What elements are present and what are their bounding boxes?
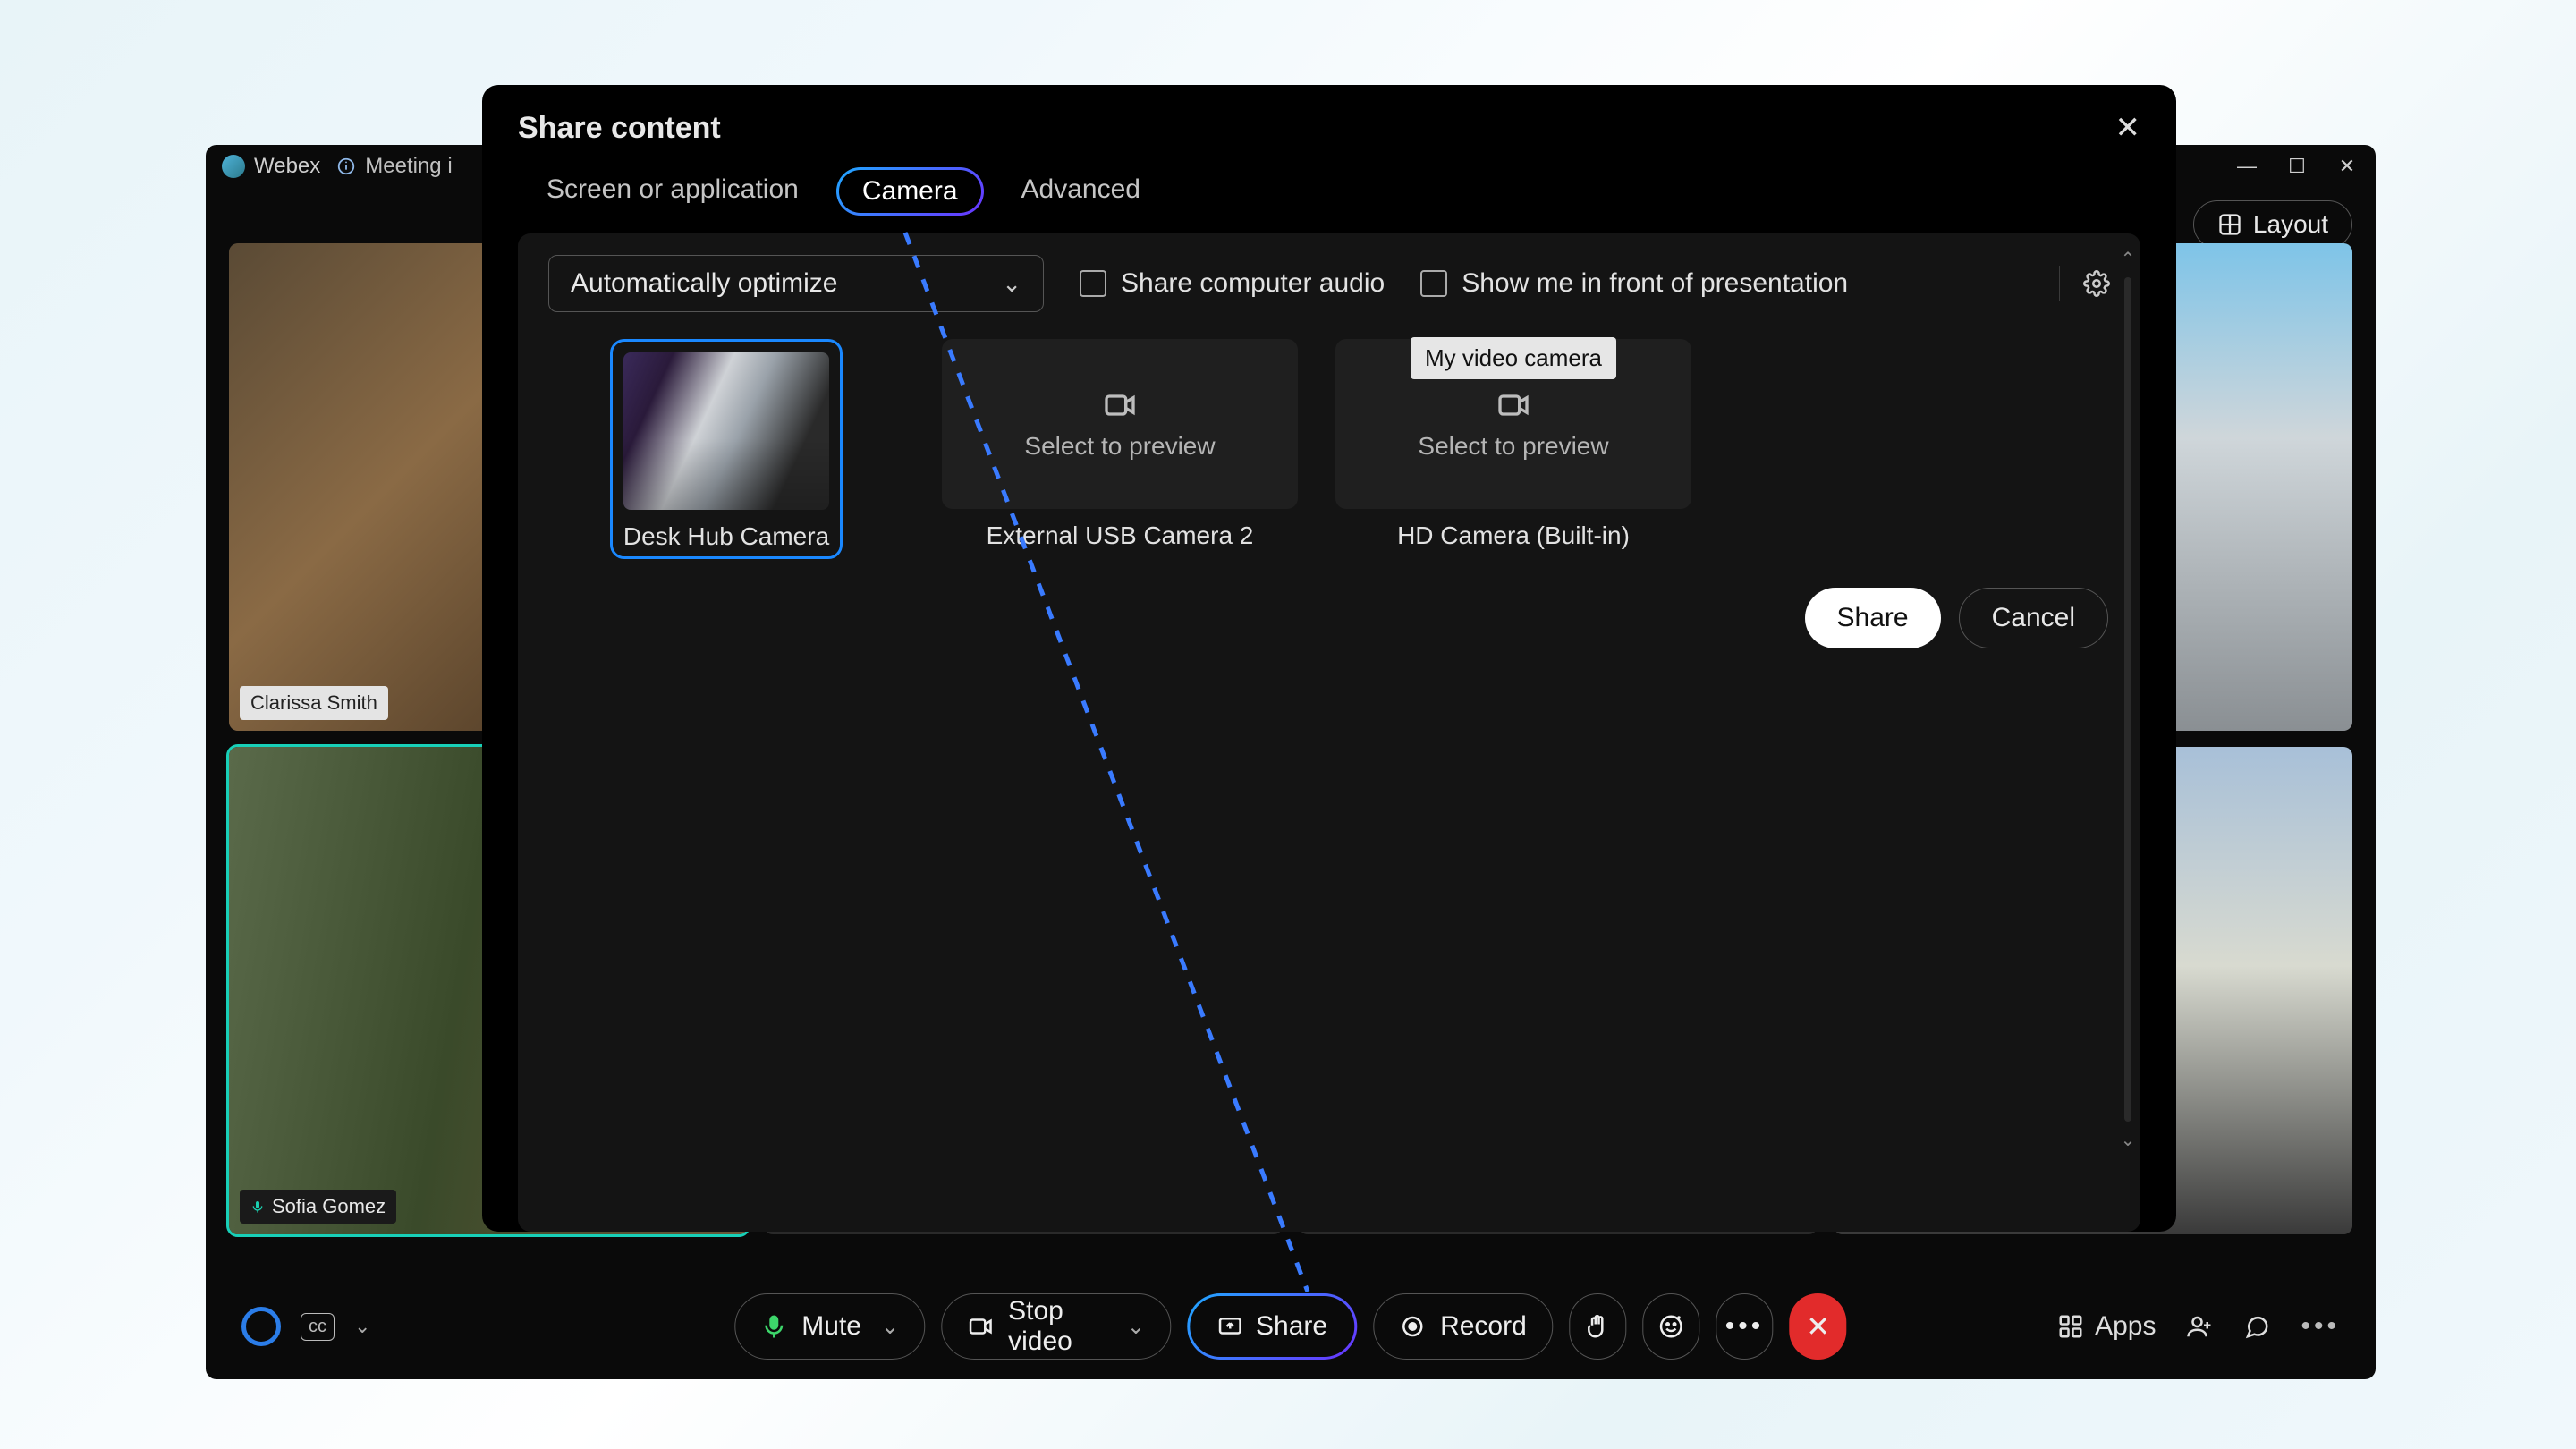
share-confirm-label: Share (1837, 603, 1909, 633)
tab-camera[interactable]: Camera (836, 167, 984, 216)
end-call-button[interactable]: ✕ (1790, 1293, 1847, 1360)
scroll-track (2124, 277, 2131, 1122)
share-content-modal: Share content ✕ Screen or application Ca… (482, 85, 2176, 1232)
reactions-button[interactable] (1642, 1293, 1699, 1360)
camera-icon (967, 1313, 994, 1340)
chevron-down-icon: ⌄ (1002, 270, 1021, 298)
apps-label: Apps (2095, 1311, 2156, 1342)
modal-footer: Share Cancel (518, 564, 2140, 675)
layout-grid-icon (2217, 212, 2242, 237)
mute-label: Mute (801, 1311, 861, 1342)
select-to-preview-label: Select to preview (1418, 432, 1608, 461)
show-me-label: Show me in front of presentation (1462, 268, 1848, 299)
meeting-controls: cc ⌄ Mute ⌄ Stop video ⌄ Share (206, 1274, 2376, 1379)
settings-gear-icon[interactable] (2083, 270, 2110, 297)
mute-button[interactable]: Mute ⌄ (734, 1293, 925, 1360)
close-icon: ✕ (1806, 1309, 1830, 1343)
assistant-icon[interactable] (242, 1307, 281, 1346)
mic-icon (250, 1199, 265, 1214)
captions-icon[interactable]: cc (301, 1313, 335, 1341)
chevron-down-icon: ⌄ (2121, 1129, 2136, 1151)
chevron-up-icon: ⌃ (2121, 248, 2136, 270)
divider (2059, 266, 2060, 301)
info-icon (336, 157, 356, 176)
panel-more-icon[interactable]: ••• (2301, 1311, 2340, 1342)
window-maximize-icon[interactable]: ☐ (2284, 155, 2309, 178)
participant-name-chip: Clarissa Smith (240, 686, 388, 720)
camera-icon (1102, 387, 1138, 423)
record-label: Record (1440, 1311, 1527, 1342)
optimize-dropdown[interactable]: Automatically optimize ⌄ (548, 255, 1044, 312)
window-controls: — ☐ ✕ (2234, 155, 2360, 178)
checkbox-icon (1420, 270, 1447, 297)
tab-label: Camera (839, 170, 981, 213)
more-options-button[interactable]: ••• (1716, 1293, 1773, 1360)
window-minimize-icon[interactable]: — (2234, 155, 2259, 178)
layout-button-label: Layout (2253, 210, 2328, 239)
chevron-down-icon[interactable]: ⌄ (1127, 1314, 1145, 1340)
camera-option-label: External USB Camera 2 (987, 521, 1254, 550)
window-close-icon[interactable]: ✕ (2334, 155, 2360, 178)
modal-scrollbar[interactable]: ⌃ ⌄ (2119, 248, 2137, 1151)
camera-icon (1496, 387, 1531, 423)
hand-icon (1584, 1313, 1611, 1340)
participants-icon[interactable] (2186, 1313, 2213, 1340)
meeting-info-chip[interactable]: Meeting i (336, 154, 452, 179)
raise-hand-button[interactable] (1569, 1293, 1626, 1360)
show-me-checkbox[interactable]: Show me in front of presentation (1420, 268, 1848, 299)
modal-tabs: Screen or application Camera Advanced (482, 155, 2176, 233)
mic-icon (760, 1313, 787, 1340)
tab-label: Advanced (1021, 174, 1140, 204)
participant-name: Sofia Gomez (272, 1195, 386, 1218)
apps-grid-icon (2057, 1313, 2084, 1340)
chat-icon[interactable] (2243, 1313, 2270, 1340)
camera-placeholder: Select to preview (942, 339, 1298, 509)
share-audio-checkbox[interactable]: Share computer audio (1080, 268, 1385, 299)
record-icon (1399, 1313, 1426, 1340)
emoji-icon (1657, 1313, 1684, 1340)
camera-option-label: Desk Hub Camera (623, 522, 829, 551)
meeting-info-text: Meeting i (365, 154, 452, 179)
ellipsis-icon: ••• (1725, 1311, 1765, 1342)
camera-option-desk-hub[interactable]: Desk Hub Camera (548, 339, 904, 559)
cancel-label: Cancel (1992, 603, 2075, 633)
chevron-down-icon[interactable]: ⌄ (881, 1314, 899, 1340)
share-audio-label: Share computer audio (1121, 268, 1385, 299)
modal-body: Automatically optimize ⌄ Share computer … (518, 233, 2140, 1232)
camera-option-label: HD Camera (Built-in) (1397, 521, 1630, 550)
chevron-down-icon[interactable]: ⌄ (354, 1315, 370, 1338)
tooltip: My video camera (1411, 337, 1616, 379)
close-icon: ✕ (2115, 111, 2141, 145)
modal-close-button[interactable]: ✕ (2115, 110, 2141, 146)
share-confirm-button[interactable]: Share (1805, 588, 1941, 648)
select-to-preview-label: Select to preview (1024, 432, 1215, 461)
cancel-button[interactable]: Cancel (1959, 588, 2108, 648)
webex-logo-icon (222, 155, 245, 178)
app-name: Webex (254, 154, 320, 179)
participant-name-chip: Sofia Gomez (240, 1190, 396, 1224)
camera-preview-thumbnail (623, 352, 829, 510)
camera-option-hd-builtin[interactable]: My video camera Select to preview HD Cam… (1335, 339, 1691, 550)
optimize-dropdown-value: Automatically optimize (571, 268, 837, 299)
record-button[interactable]: Record (1373, 1293, 1553, 1360)
stop-video-button[interactable]: Stop video ⌄ (941, 1293, 1171, 1360)
apps-button[interactable]: Apps (2057, 1311, 2156, 1342)
camera-option-external-usb[interactable]: Select to preview External USB Camera 2 (942, 339, 1298, 550)
checkbox-icon (1080, 270, 1106, 297)
participant-name: Clarissa Smith (250, 691, 377, 715)
share-label: Share (1256, 1311, 1327, 1342)
tab-screen-or-application[interactable]: Screen or application (529, 167, 817, 216)
share-button[interactable]: Share (1187, 1293, 1357, 1360)
camera-options: Desk Hub Camera Select to preview Extern… (518, 334, 2140, 564)
modal-title: Share content (518, 111, 721, 146)
tab-label: Screen or application (547, 174, 799, 204)
share-screen-icon (1216, 1313, 1243, 1340)
stop-video-label: Stop video (1008, 1296, 1107, 1357)
layout-button[interactable]: Layout (2193, 200, 2352, 249)
tab-advanced[interactable]: Advanced (1004, 167, 1158, 216)
app-brand: Webex (222, 154, 320, 179)
